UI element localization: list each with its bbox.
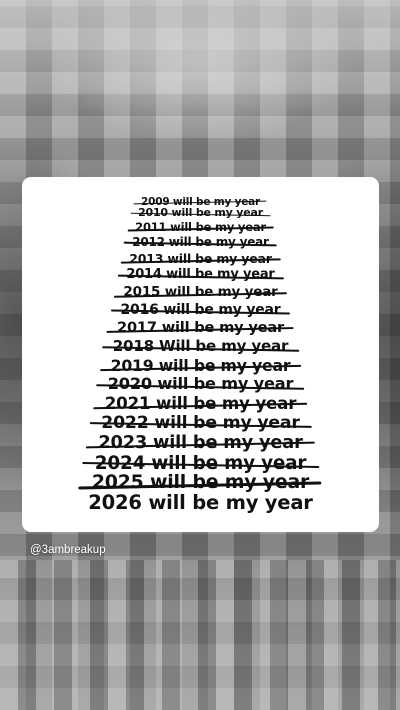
background-texture-bottom xyxy=(0,560,400,710)
year-line-text: 2012 will be my year xyxy=(124,235,277,250)
crossed-out-year-line: 2016 will be my year xyxy=(110,302,291,318)
strikethrough-mark xyxy=(99,364,302,371)
year-line-text: 2020 will be my year xyxy=(96,375,305,394)
year-line-text: 2022 will be my year xyxy=(89,413,312,434)
crossed-out-year-line: 2021 will be my year xyxy=(93,393,308,413)
year-line-text: 2017 will be my year xyxy=(107,319,294,337)
crossed-out-year-line: 2012 will be my year xyxy=(124,235,277,250)
crossed-out-year-line: 2020 will be my year xyxy=(96,375,305,394)
year-line-text: 2018 Will be my year xyxy=(102,337,299,355)
strikethrough-mark xyxy=(86,441,315,449)
strikethrough-mark xyxy=(110,309,291,315)
crossed-out-year-line: 2017 will be my year xyxy=(107,319,294,337)
strikethrough-mark xyxy=(130,212,271,217)
crossed-out-year-line: 2018 Will be my year xyxy=(102,337,299,355)
year-line-text: 2015 will be my year xyxy=(114,285,287,301)
year-line-text: 2019 will be my year xyxy=(99,356,302,375)
strikethrough-mark xyxy=(93,402,308,410)
strikethrough-mark xyxy=(127,226,274,232)
strikethrough-mark xyxy=(102,346,299,352)
current-year-line: 2026 will be my year xyxy=(88,491,313,515)
year-line-text: 2014 will be my year xyxy=(117,267,284,283)
year-line-text: 2011 will be my year xyxy=(127,220,274,234)
year-line-text: 2016 will be my year xyxy=(110,302,291,318)
strikethrough-mark xyxy=(124,242,277,247)
author-handle[interactable]: @3ambreakup xyxy=(30,544,106,556)
post-card: 2009 will be my year 2010 will be my year… xyxy=(22,177,379,532)
year-line-text: 2023 will be my year xyxy=(86,432,315,454)
strikethrough-mark xyxy=(96,383,305,390)
year-line-text: 2021 will be my year xyxy=(93,393,308,413)
crossed-out-year-line: 2011 will be my year xyxy=(127,220,274,234)
strikethrough-mark xyxy=(78,481,323,490)
crossed-out-year-line: 2022 will be my year xyxy=(89,413,312,434)
strikethrough-mark xyxy=(107,327,294,334)
crossed-out-year-line: 2013 will be my year xyxy=(120,251,281,266)
year-line-text: 2013 will be my year xyxy=(120,251,281,266)
strikethrough-mark xyxy=(114,291,287,298)
strikethrough-mark xyxy=(133,200,268,206)
crossed-out-year-line: 2010 will be my year xyxy=(130,206,271,220)
crossed-out-year-line: 2023 will be my year xyxy=(86,432,315,454)
strikethrough-mark xyxy=(120,257,281,263)
strikethrough-mark xyxy=(89,422,312,429)
crossed-out-year-line: 2014 will be my year xyxy=(117,267,284,283)
crossed-out-year-line: 2015 will be my year xyxy=(114,285,287,301)
year-line-text: 2010 will be my year xyxy=(130,206,271,220)
strikethrough-mark xyxy=(82,462,319,469)
strikethrough-mark xyxy=(117,274,284,280)
background-glow-top xyxy=(0,0,400,120)
year-line-text: 2026 will be my year xyxy=(88,491,313,515)
year-list: 2009 will be my year 2010 will be my year… xyxy=(22,177,379,532)
crossed-out-year-line: 2019 will be my year xyxy=(99,356,302,375)
